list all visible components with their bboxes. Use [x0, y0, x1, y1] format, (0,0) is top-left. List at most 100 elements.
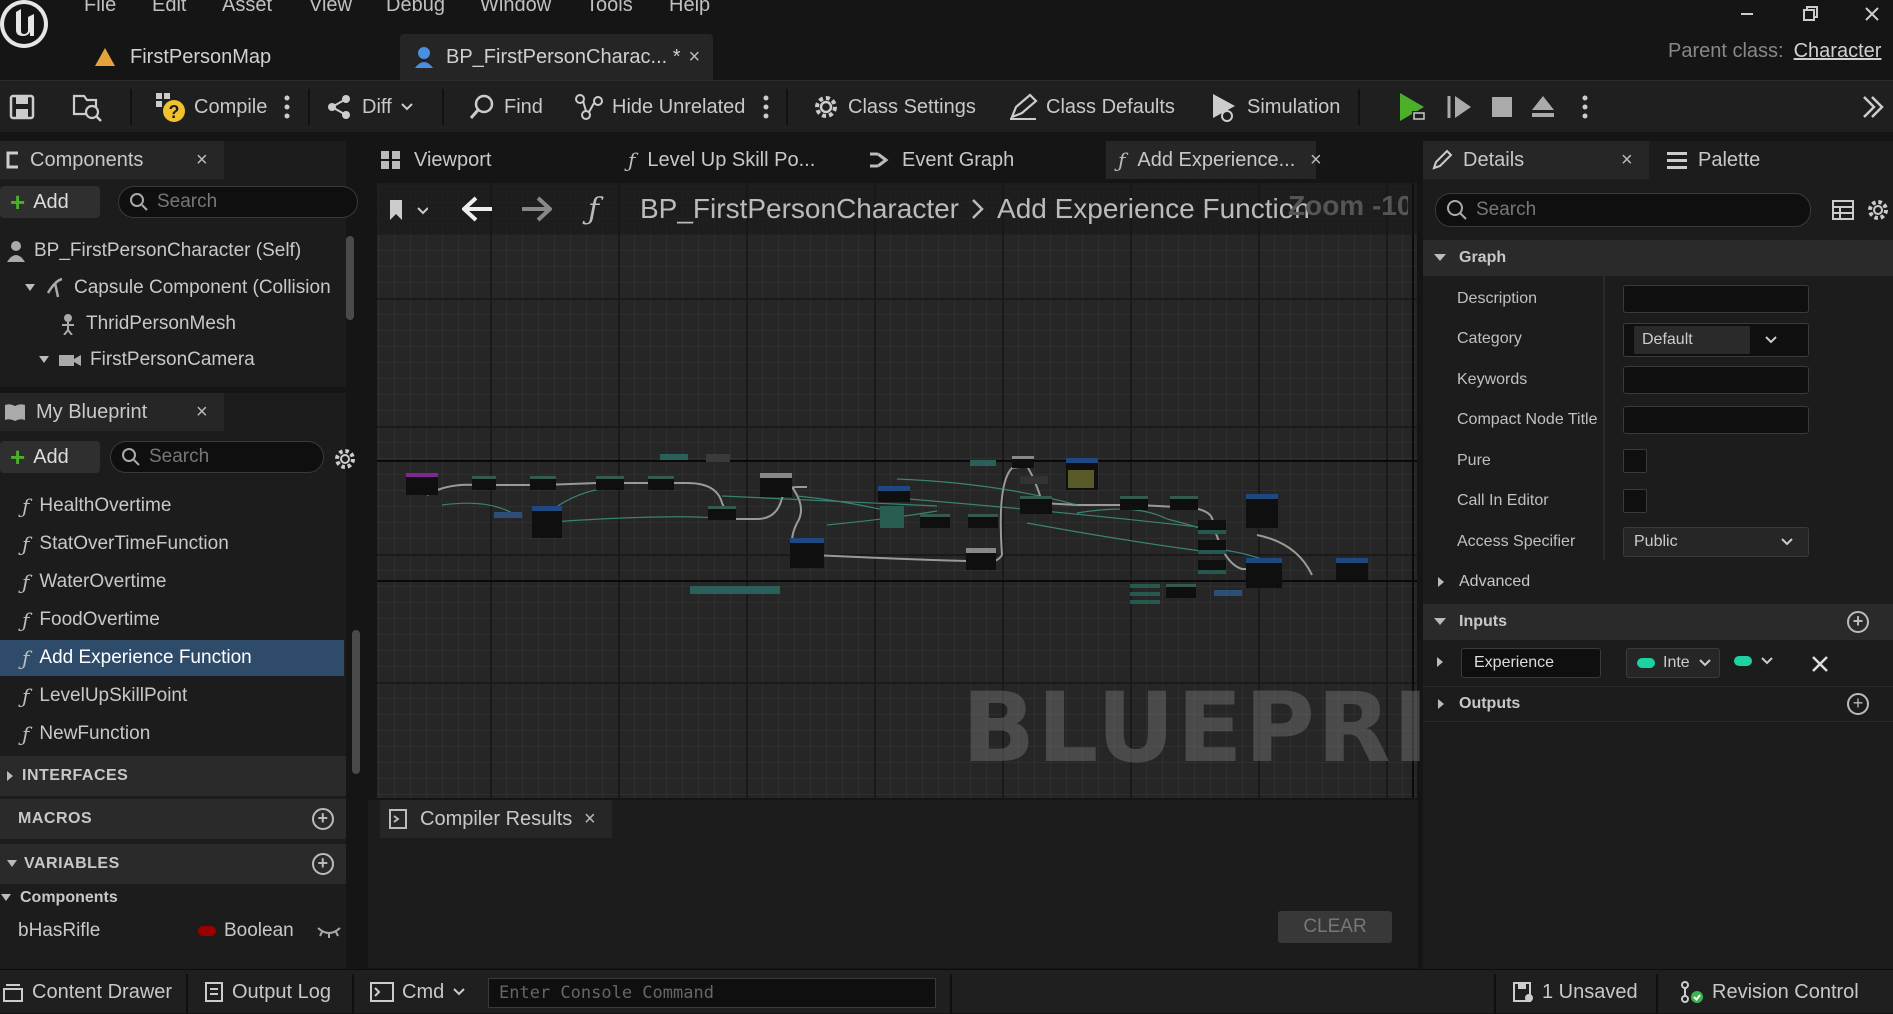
advanced-section-header[interactable]: Advanced	[1423, 564, 1893, 600]
category-value[interactable]: Default	[1634, 326, 1750, 354]
pure-checkbox[interactable]	[1623, 449, 1647, 473]
graph-node[interactable]	[966, 548, 996, 570]
my-blueprint-search-input[interactable]: Search	[110, 441, 324, 473]
input-name-field[interactable]: Experience	[1461, 648, 1601, 678]
cmd-dropdown[interactable]: Cmd	[370, 970, 466, 1014]
expand-toolbar-icon[interactable]	[1860, 81, 1886, 133]
component-camera[interactable]: FirstPersonCamera	[38, 349, 255, 371]
graph-node[interactable]	[878, 486, 910, 502]
graph-node[interactable]	[596, 476, 624, 490]
components-subcategory[interactable]: Components	[0, 889, 118, 907]
graph-node[interactable]	[760, 473, 792, 497]
function-item[interactable]: ƒ NewFunction	[0, 716, 346, 752]
output-log-button[interactable]: Output Log	[204, 970, 331, 1014]
clear-button[interactable]: CLEAR	[1278, 911, 1392, 943]
menu-file[interactable]: File	[84, 0, 116, 17]
graph-node[interactable]	[1012, 456, 1034, 468]
graph-node[interactable]	[1336, 558, 1368, 580]
keywords-field[interactable]	[1623, 366, 1809, 394]
restore-icon[interactable]	[1800, 4, 1820, 24]
components-search-input[interactable]: Search	[118, 186, 358, 218]
variables-category[interactable]: VARIABLES +	[0, 844, 346, 884]
inputs-section-header[interactable]: Inputs +	[1423, 604, 1893, 640]
details-tab[interactable]: Details ×	[1423, 141, 1649, 179]
levelup-tab[interactable]: ƒ Level Up Skill Po...	[628, 141, 838, 179]
close-window-icon[interactable]	[1862, 4, 1882, 24]
category-combobox[interactable]: Default	[1623, 323, 1809, 357]
content-drawer-button[interactable]: Content Drawer	[2, 970, 172, 1014]
graph-node[interactable]	[660, 454, 688, 460]
graph-node[interactable]	[970, 460, 996, 466]
unreal-logo-icon[interactable]	[0, 0, 58, 62]
close-my-blueprint-icon[interactable]: ×	[196, 401, 208, 424]
bookmark-icon[interactable]	[388, 198, 428, 222]
minimize-icon[interactable]	[1737, 4, 1757, 24]
compact-node-title-field[interactable]	[1623, 406, 1809, 434]
my-blueprint-tab[interactable]: My Blueprint ×	[0, 393, 224, 431]
graph-node[interactable]	[1198, 520, 1226, 580]
back-arrow-icon[interactable]	[462, 196, 494, 222]
forward-arrow-icon[interactable]	[520, 196, 552, 222]
eject-icon[interactable]	[1530, 81, 1556, 133]
compile-options-icon[interactable]	[283, 81, 291, 133]
function-item[interactable]: ƒ LevelUpSkillPoint	[0, 678, 346, 714]
revision-control-button[interactable]: Revision Control	[1680, 970, 1859, 1014]
my-blueprint-scrollbar[interactable]	[352, 630, 360, 774]
component-self[interactable]: BP_FirstPersonCharacter (Self)	[6, 240, 301, 262]
components-tab[interactable]: Components ×	[0, 141, 224, 179]
remove-input-icon[interactable]	[1810, 654, 1830, 674]
graph-node[interactable]	[1170, 496, 1198, 510]
hide-unrelated-button[interactable]: Hide Unrelated	[574, 81, 745, 133]
event-graph-tab[interactable]: Event Graph	[868, 141, 1068, 179]
function-item-selected[interactable]: ƒ Add Experience Function	[0, 640, 344, 676]
graph-node[interactable]	[472, 476, 496, 490]
add-input-icon[interactable]: +	[1847, 611, 1869, 633]
menu-window[interactable]: Window	[480, 0, 551, 17]
doc-tab-firstpersonmap[interactable]: FirstPersonMap	[94, 34, 394, 80]
close-tab-icon[interactable]: ×	[1310, 149, 1322, 172]
input-type-dropdown[interactable]: Inte	[1626, 648, 1720, 678]
viewport-tab[interactable]: Viewport	[380, 141, 580, 179]
stop-icon[interactable]	[1490, 81, 1514, 133]
graph-node[interactable]	[1130, 584, 1160, 604]
component-capsule[interactable]: Capsule Component (Collision	[24, 277, 331, 299]
add-member-button[interactable]: + Add	[0, 441, 100, 473]
details-search-input[interactable]: Search	[1435, 193, 1811, 227]
parent-class-link[interactable]: Character	[1794, 40, 1882, 63]
breadcrumb-root[interactable]: BP_FirstPersonCharacter	[640, 193, 959, 225]
menu-asset[interactable]: Asset	[222, 0, 272, 17]
interfaces-category[interactable]: INTERFACES	[0, 756, 346, 796]
console-command-input[interactable]: Enter Console Command	[488, 978, 936, 1008]
class-settings-button[interactable]: Class Settings	[812, 81, 976, 133]
graph-node[interactable]	[530, 476, 556, 490]
variable-type[interactable]: Boolean	[198, 920, 294, 942]
components-scrollbar[interactable]	[346, 236, 354, 320]
close-tab-icon[interactable]: ×	[689, 46, 701, 69]
graph-node[interactable]	[1020, 476, 1048, 484]
add-experience-tab[interactable]: ƒ Add Experience... ×	[1106, 141, 1322, 179]
palette-tab[interactable]: Palette	[1666, 141, 1826, 179]
add-component-button[interactable]: + Add	[0, 186, 100, 218]
play-options-icon[interactable]	[1581, 81, 1589, 133]
graph-options-icon[interactable]	[762, 81, 770, 133]
diff-button[interactable]: Diff	[326, 81, 414, 133]
graph-node[interactable]	[1120, 496, 1148, 510]
add-output-icon[interactable]: +	[1847, 693, 1869, 715]
unsaved-button[interactable]: 1 Unsaved	[1512, 970, 1638, 1014]
doc-tab-blueprint[interactable]: BP_FirstPersonCharac... * ×	[400, 34, 713, 80]
play-button[interactable]	[1396, 81, 1428, 133]
graph-node[interactable]	[690, 586, 780, 594]
class-defaults-button[interactable]: Class Defaults	[1008, 81, 1175, 133]
macros-category[interactable]: MACROS +	[0, 799, 346, 839]
expand-arrow-icon[interactable]	[1436, 656, 1444, 668]
close-tab-icon[interactable]: ×	[584, 808, 596, 831]
close-components-icon[interactable]: ×	[196, 149, 208, 172]
menu-debug[interactable]: Debug	[386, 0, 445, 17]
function-item[interactable]: ƒ WaterOvertime	[0, 564, 346, 600]
graph-node[interactable]	[790, 538, 824, 568]
graph-section-header[interactable]: Graph	[1423, 240, 1893, 276]
find-button[interactable]: Find	[468, 81, 543, 133]
variable-item[interactable]: bHasRifle	[18, 920, 100, 942]
compile-button[interactable]: ? Compile	[154, 81, 267, 133]
function-item[interactable]: ƒ HealthOvertime	[0, 488, 346, 524]
